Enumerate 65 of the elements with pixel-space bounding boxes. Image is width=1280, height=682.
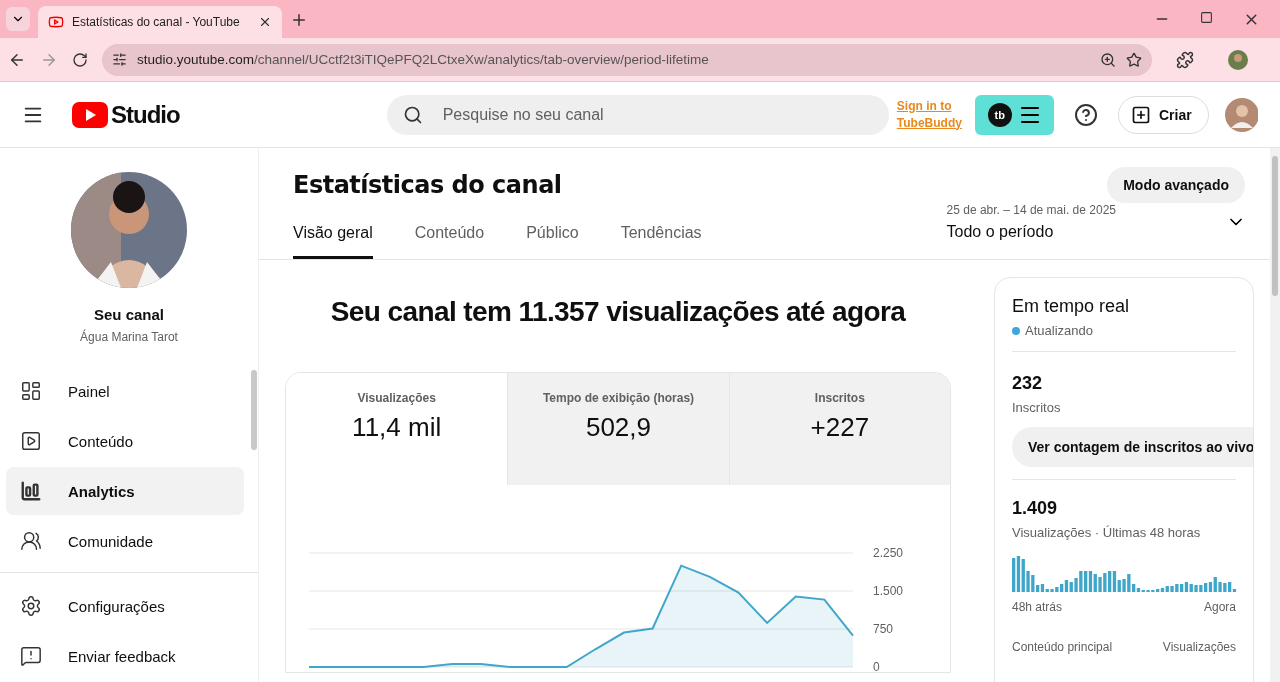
logo-text: Studio — [111, 100, 180, 129]
headline: Seu canal tem 11.357 visualizações até agora — [329, 296, 907, 328]
profile-icon[interactable] — [1228, 49, 1248, 70]
subscriber-count: 232 — [1012, 373, 1044, 394]
tab[interactable]: Conteúdo — [414, 224, 485, 259]
tab[interactable]: Tendências — [620, 224, 702, 259]
axis-label: Agora — [1203, 600, 1236, 614]
page-title: Estatísticas do canal — [293, 171, 562, 199]
tab-title: Estatísticas do canal - YouTube — [72, 15, 241, 29]
scrollbar[interactable] — [1272, 156, 1278, 296]
search-icon — [402, 104, 423, 125]
nav-icon — [20, 530, 42, 552]
youtube-icon — [48, 14, 64, 30]
search-field[interactable]: Pesquise no seu canal — [440, 104, 873, 125]
status-text: Atualizando — [1025, 323, 1093, 338]
feedback-icon — [20, 645, 42, 667]
site-settings-icon[interactable] — [112, 52, 127, 67]
help-icon[interactable] — [1074, 102, 1098, 127]
puzzle-icon[interactable] — [1176, 50, 1194, 69]
nav-item[interactable]: Configurações — [6, 582, 244, 630]
settings-icon — [20, 595, 42, 617]
metric-tab[interactable]: Inscritos +227 — [728, 373, 950, 485]
nav-icon — [20, 430, 42, 452]
subscriber-label: Inscritos — [1012, 400, 1062, 415]
column-header: Visualizações — [1162, 640, 1236, 654]
live-count-button[interactable]: Ver contagem de inscritos ao vivo — [1012, 427, 1253, 467]
axis-label: 2.250 — [873, 546, 904, 560]
channel-title: Seu canal — [92, 306, 165, 323]
avatar-icon[interactable] — [1224, 97, 1258, 132]
card-title: Em tempo real — [1012, 296, 1131, 317]
axis-label: 0 — [873, 660, 880, 672]
star-icon[interactable] — [1126, 51, 1142, 68]
period-selector[interactable]: 25 de abr. – 14 de mai. de 2025 Todo o período — [946, 203, 1246, 259]
search-bar[interactable]: Pesquise no seu canal — [386, 94, 889, 135]
nav-item[interactable]: Comunidade — [6, 517, 244, 565]
nav-icon — [20, 380, 42, 402]
axis-label: 750 — [873, 622, 894, 636]
reload-icon[interactable] — [72, 51, 88, 68]
nav-item[interactable]: Enviar feedback — [6, 632, 244, 680]
tubebuddy-button[interactable]: tb — [975, 94, 1054, 135]
nav-item[interactable]: Analytics — [6, 467, 244, 515]
nav-icon — [20, 480, 42, 502]
play-logo-icon — [72, 101, 108, 128]
nav-item[interactable]: Painel — [6, 367, 244, 415]
views-count: 1.409 — [1012, 498, 1059, 519]
zoom-icon[interactable] — [1100, 51, 1116, 68]
scrollbar[interactable] — [251, 370, 257, 450]
axis-label: 1.500 — [873, 584, 904, 598]
address-bar[interactable]: studio.youtube.com/channel/UCctf2t3iTIQePFQ2LCtxeXw/analytics/tab-overview/period-lifetime — [102, 43, 1152, 76]
column-header: Conteúdo principal — [1012, 640, 1113, 654]
new-tab-icon[interactable] — [290, 11, 308, 29]
tab[interactable]: Visão geral — [293, 224, 373, 259]
tab-search-button[interactable] — [6, 7, 30, 31]
browser-tab[interactable]: Estatísticas do canal - YouTube — [38, 6, 282, 38]
metric-tab[interactable]: Tempo de exibição (horas) 502,9 — [507, 373, 729, 485]
advanced-mode-button[interactable]: Modo avançado — [1107, 167, 1245, 203]
plus-icon — [1131, 104, 1151, 125]
axis-label: 48h atrás — [1012, 600, 1063, 614]
close-icon[interactable] — [258, 15, 272, 29]
views-label: Visualizações · Últimas 48 horas — [1012, 525, 1202, 540]
tab[interactable]: Público — [526, 224, 579, 259]
create-button[interactable]: Criar — [1118, 95, 1209, 134]
nav-item[interactable]: Conteúdo — [6, 417, 244, 465]
status-dot — [1012, 326, 1020, 335]
channel-name: Água Marina Tarot — [79, 330, 179, 344]
